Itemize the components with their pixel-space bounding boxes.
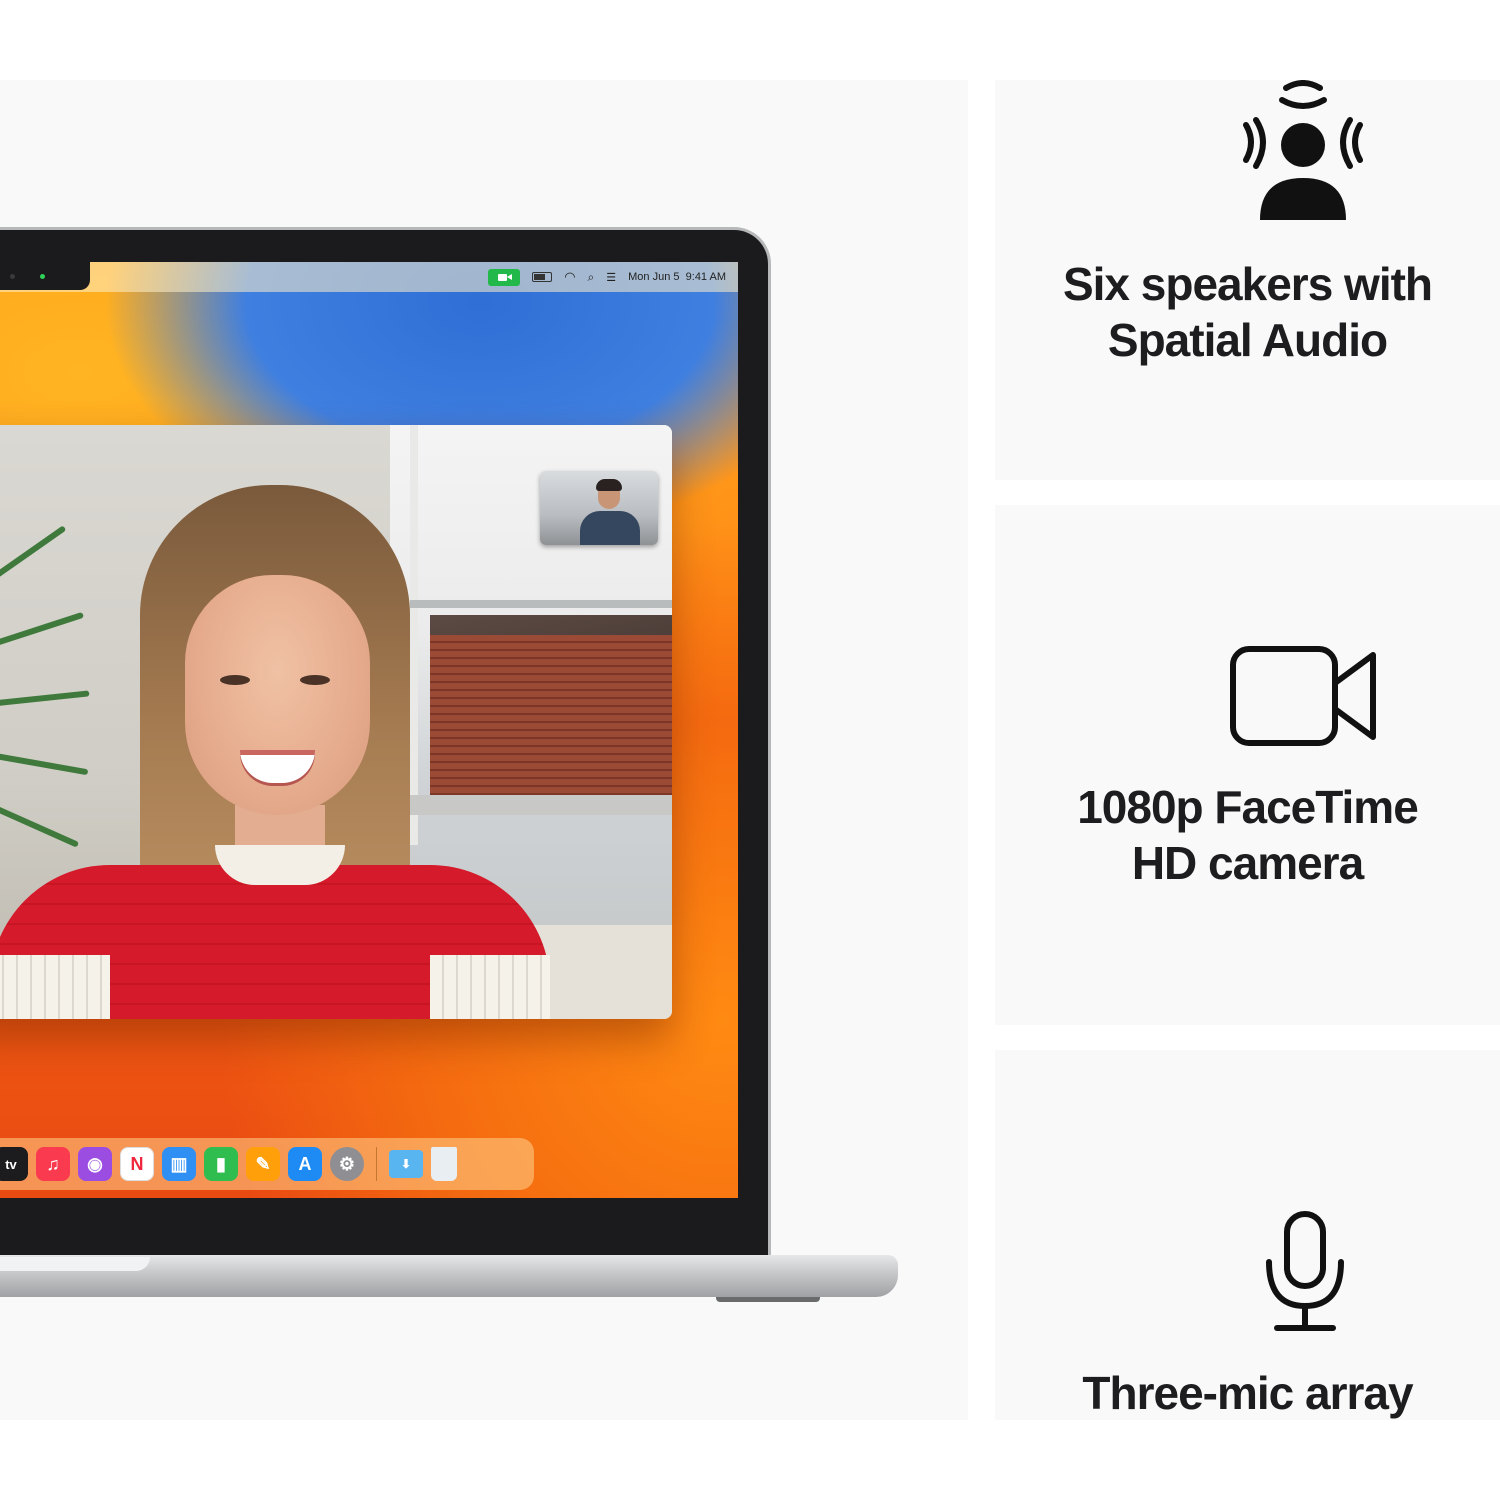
feature-title: Three-mic array <box>1082 1367 1413 1419</box>
feature-title: Six speakers with Spatial Audio <box>1062 258 1433 366</box>
video-caller-person <box>0 485 550 1019</box>
microphone-icon <box>1266 1211 1344 1331</box>
dock-app-podcasts-icon[interactable]: ◉ <box>78 1147 112 1181</box>
camera-notch <box>0 262 90 290</box>
dock-app-pages-icon[interactable]: ✎ <box>246 1147 280 1181</box>
feature-card-microphones: Three-mic array <box>995 1050 1500 1420</box>
facetime-active-icon[interactable] <box>488 268 521 286</box>
laptop-foot <box>716 1297 820 1302</box>
menubar-clock[interactable]: Mon Jun 5 9:41 AM <box>628 271 726 283</box>
menubar-time: 9:41 AM <box>685 271 726 283</box>
dock-app-news-icon[interactable]: N <box>120 1147 154 1181</box>
spatial-audio-icon <box>1243 80 1363 220</box>
dock-app-music-icon[interactable]: ♫ <box>36 1147 70 1181</box>
dock-app-apple-tv-icon[interactable]: tv <box>0 1147 28 1181</box>
menu-bar: ◠ ⌕ ☰ Mon Jun 5 9:41 AM <box>0 262 738 292</box>
laptop-bezel-bottom <box>0 1198 768 1260</box>
product-image-panel: ◠ ⌕ ☰ Mon Jun 5 9:41 AM tv ♫ ◉ N ▥ ▮ ✎ A… <box>0 80 968 1420</box>
dock-downloads-folder-icon[interactable]: ⬇ <box>389 1150 423 1178</box>
control-center-icon[interactable]: ☰ <box>606 271 616 284</box>
camera-indicator-light <box>40 274 45 279</box>
laptop-trackpad-notch <box>0 1257 150 1271</box>
dock-app-app-store-icon[interactable]: A <box>288 1147 322 1181</box>
dock: tv ♫ ◉ N ▥ ▮ ✎ A ⚙ ⬇ <box>0 1138 534 1190</box>
dock-app-keynote-icon[interactable]: ▥ <box>162 1147 196 1181</box>
feature-title: 1080p FaceTime HD camera <box>1077 781 1419 889</box>
facetime-video-window[interactable] <box>0 425 672 1019</box>
camera-lens <box>10 274 15 279</box>
search-icon[interactable]: ⌕ <box>588 270 595 285</box>
menubar-date: Mon Jun 5 <box>628 271 680 283</box>
feature-card-speakers: Six speakers with Spatial Audio <box>995 80 1500 480</box>
video-camera-icon <box>1230 646 1376 746</box>
dock-trash-icon[interactable] <box>431 1147 457 1181</box>
feature-card-camera: 1080p FaceTime HD camera <box>995 505 1500 1025</box>
self-view-thumbnail[interactable] <box>540 471 658 545</box>
dock-app-numbers-icon[interactable]: ▮ <box>204 1147 238 1181</box>
battery-icon[interactable] <box>532 272 553 282</box>
dock-app-system-settings-icon[interactable]: ⚙ <box>330 1147 364 1181</box>
wifi-icon[interactable]: ◠ <box>564 269 575 285</box>
dock-separator <box>376 1147 377 1181</box>
